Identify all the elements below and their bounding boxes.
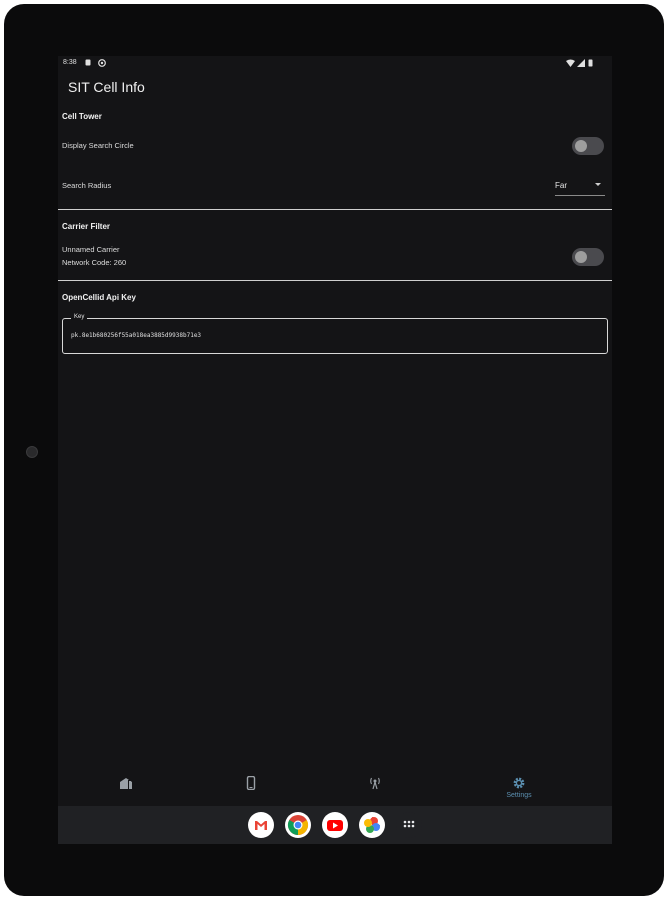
search-radius-value: Far (555, 181, 567, 190)
api-key-value: pk.8e1b680256f55a018ea3885d9938b71e3 (71, 332, 202, 339)
app-drawer-icon[interactable] (396, 812, 422, 838)
battery-icon (588, 59, 593, 69)
cell-tower-section-title: Cell Tower (62, 112, 102, 121)
nav-item-cell-towers[interactable] (58, 770, 196, 806)
app-screen: 8:38 SIT Cell Info Cell Tower Display Se… (58, 56, 612, 844)
section-divider (58, 280, 612, 281)
status-bar: 8:38 (58, 56, 612, 70)
nav-item-antenna[interactable] (306, 770, 444, 806)
nav-item-settings[interactable]: Settings (450, 770, 588, 806)
api-key-input[interactable]: Key pk.8e1b680256f55a018ea3885d9938b71e3 (62, 314, 608, 354)
taskbar (58, 806, 612, 844)
nav-item-phone[interactable] (182, 770, 320, 806)
bottom-navigation: Settings (58, 770, 612, 806)
photos-icon[interactable] (359, 812, 385, 838)
gear-icon (509, 776, 529, 790)
wifi-icon (566, 59, 575, 69)
phone-icon (241, 775, 261, 791)
app-badge-icon (98, 59, 106, 69)
section-divider (58, 209, 612, 210)
opencellid-section-title: OpenCellid Api Key (62, 293, 136, 302)
nav-item-label: Settings (506, 792, 532, 799)
app-title: SIT Cell Info (68, 79, 145, 95)
status-time: 8:38 (63, 59, 77, 66)
chrome-icon[interactable] (285, 812, 311, 838)
api-key-field-label: Key (71, 314, 88, 320)
toggle-knob (575, 251, 587, 263)
display-search-circle-label: Display Search Circle (62, 141, 134, 150)
chevron-down-icon (595, 183, 601, 186)
toggle-knob (575, 140, 587, 152)
gmail-icon[interactable] (248, 812, 274, 838)
carrier-name-label: Unnamed Carrier (62, 245, 120, 254)
carrier-network-code: Network Code: 260 (62, 258, 127, 267)
antenna-icon (365, 776, 385, 790)
carrier-filter-section-title: Carrier Filter (62, 222, 111, 231)
youtube-icon[interactable] (322, 812, 348, 838)
notification-icon (85, 59, 91, 68)
carrier-filter-toggle[interactable] (572, 248, 604, 266)
cell-tower-map-icon (117, 776, 137, 790)
signal-icon (577, 59, 585, 69)
search-radius-label: Search Radius (62, 181, 112, 190)
search-radius-dropdown[interactable]: Far (555, 178, 605, 196)
front-camera (26, 446, 38, 458)
display-search-circle-toggle[interactable] (572, 137, 604, 155)
